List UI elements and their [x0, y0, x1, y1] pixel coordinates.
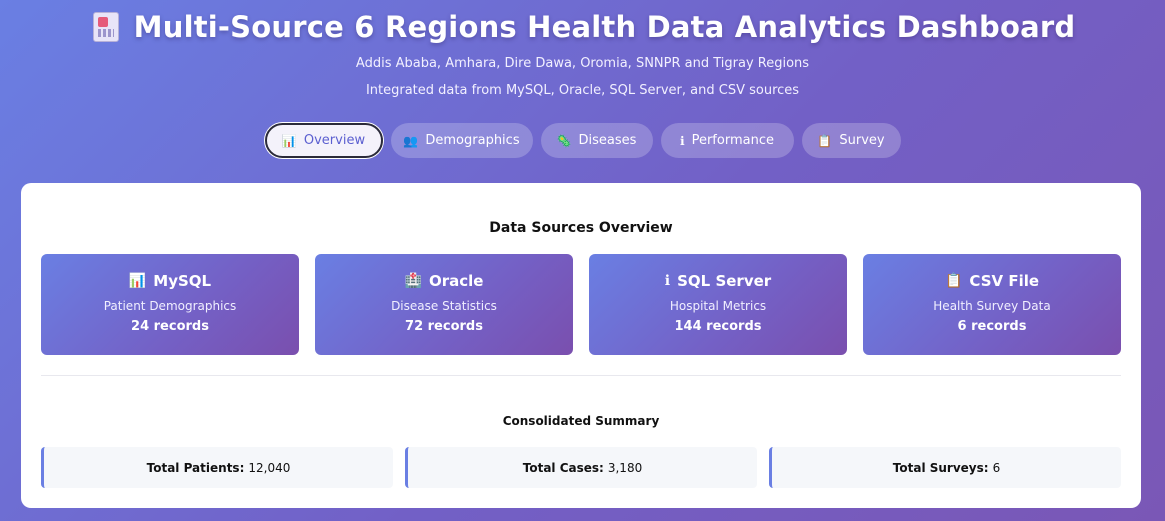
tab-label: Demographics: [425, 133, 520, 148]
clipboard-icon: 📋: [817, 133, 833, 148]
tab-bar: 📊 Overview 👥 Demographics 🦠 Diseases ℹ P…: [0, 123, 1165, 158]
clipboard-icon: 📋: [944, 273, 963, 289]
tab-demographics[interactable]: 👥 Demographics: [390, 123, 533, 158]
source-card-csv: 📋 CSV File Health Survey Data 6 records: [863, 254, 1121, 355]
summary-title: Consolidated Summary: [502, 414, 660, 428]
data-sources-title: Data Sources Overview: [489, 220, 673, 236]
tab-overview[interactable]: 📊 Overview: [264, 123, 383, 158]
tab-label: Overview: [303, 133, 366, 148]
card-record-count: 6 records: [957, 319, 1027, 334]
bar-chart-icon: 📊: [281, 133, 297, 148]
card-description: Disease Statistics: [391, 299, 497, 313]
hospital-icon: 🏥: [404, 273, 422, 289]
source-card-mysql: 📊 MySQL Patient Demographics 24 records: [41, 254, 299, 355]
tab-label: Performance: [691, 133, 774, 148]
card-description: Patient Demographics: [103, 299, 237, 313]
info-icon: ℹ: [680, 133, 685, 148]
source-card-oracle: 🏥 Oracle Disease Statistics 72 records: [315, 254, 573, 355]
card-name: CSV File: [969, 272, 1040, 290]
summary-label: Total Surveys:: [892, 460, 989, 475]
card-record-count: 144 records: [674, 319, 762, 334]
source-card-sql-server: ℹ SQL Server Hospital Metrics 144 record…: [589, 254, 847, 355]
card-title: 📊 MySQL: [41, 272, 299, 290]
title-row: Multi-Source 6 Regions Health Data Analy…: [0, 7, 1165, 47]
card-description: Health Survey Data: [933, 299, 1051, 313]
tab-performance[interactable]: ℹ Performance: [660, 123, 794, 158]
summary-value: 12,040: [248, 460, 291, 475]
card-title: ℹ SQL Server: [589, 272, 847, 290]
summary-total-cases: Total Cases: 3,180: [405, 447, 757, 488]
summary-label: Total Patients:: [146, 460, 245, 475]
sources-subtitle: Integrated data from MySQL, Oracle, SQL …: [365, 83, 800, 98]
card-record-count: 24 records: [131, 319, 209, 334]
summary-label: Total Cases:: [522, 460, 604, 475]
data-source-cards: 📊 MySQL Patient Demographics 24 records …: [41, 254, 1121, 355]
card-description: Hospital Metrics: [669, 299, 767, 313]
card-name: MySQL: [153, 272, 212, 290]
bar-chart-icon: 📊: [128, 273, 147, 289]
card-name: SQL Server: [677, 272, 772, 290]
summary-total-patients: Total Patients: 12,040: [41, 447, 393, 488]
regions-subtitle: Addis Ababa, Amhara, Dire Dawa, Oromia, …: [355, 56, 810, 71]
summary-row: Total Patients: 12,040 Total Cases: 3,18…: [41, 447, 1121, 488]
summary-value: 6: [992, 460, 1001, 475]
card-name: Oracle: [428, 272, 484, 290]
card-record-count: 72 records: [405, 319, 483, 334]
section-divider: [41, 375, 1121, 376]
overview-panel: Data Sources Overview 📊 MySQL Patient De…: [21, 183, 1141, 508]
tab-diseases[interactable]: 🦠 Diseases: [540, 123, 653, 158]
card-title: 📋 CSV File: [863, 272, 1121, 290]
microbe-icon: 🦠: [556, 133, 572, 148]
tab-label: Survey: [839, 133, 885, 148]
info-icon: ℹ: [664, 273, 671, 289]
card-title: 🏥 Oracle: [315, 272, 573, 290]
hospital-icon: [90, 10, 122, 44]
people-icon: 👥: [403, 133, 419, 148]
dashboard-header: Multi-Source 6 Regions Health Data Analy…: [0, 0, 1165, 100]
summary-total-surveys: Total Surveys: 6: [769, 447, 1121, 488]
tab-label: Diseases: [578, 133, 637, 148]
page-title: Multi-Source 6 Regions Health Data Analy…: [133, 10, 1076, 44]
tab-survey[interactable]: 📋 Survey: [801, 123, 901, 158]
summary-value: 3,180: [607, 460, 643, 475]
